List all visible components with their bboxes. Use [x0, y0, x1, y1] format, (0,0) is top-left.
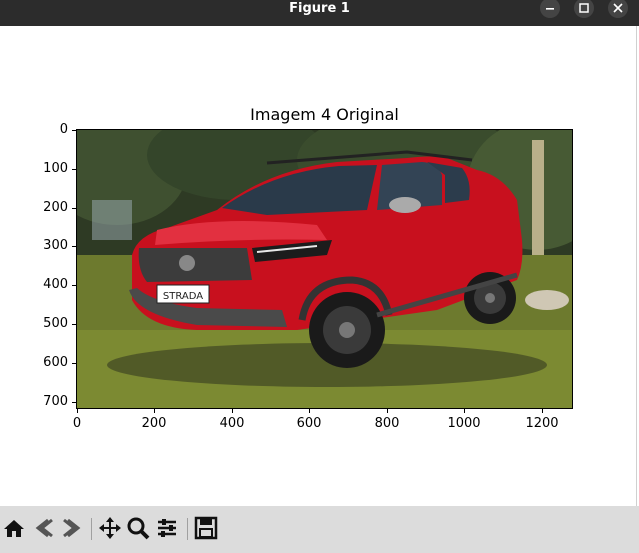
x-tick-label: 1200 — [525, 416, 559, 431]
x-tick — [232, 409, 233, 413]
y-tick-label: 400 — [43, 277, 68, 292]
save-icon[interactable] — [192, 514, 220, 542]
y-tick-label: 700 — [43, 394, 68, 409]
y-tick-label: 200 — [43, 200, 68, 215]
minimize-icon[interactable] — [540, 0, 560, 18]
x-tick — [154, 409, 155, 413]
y-tick — [72, 130, 76, 131]
x-tick-label: 1000 — [447, 416, 481, 431]
x-tick-label: 0 — [72, 416, 82, 431]
y-tick — [72, 208, 76, 209]
forward-icon[interactable] — [58, 514, 86, 542]
image-display[interactable]: STRADA — [76, 129, 573, 409]
x-tick — [387, 409, 388, 413]
toolbar-separator — [187, 518, 188, 540]
x-tick-label: 200 — [141, 416, 167, 431]
truck-photo: STRADA — [77, 130, 572, 408]
x-tick — [464, 409, 465, 413]
home-icon[interactable] — [0, 514, 28, 542]
y-tick-label: 600 — [43, 355, 68, 370]
x-tick-label: 800 — [374, 416, 400, 431]
plate-text: STRADA — [163, 291, 203, 302]
x-tick — [309, 409, 310, 413]
pan-icon[interactable] — [96, 514, 124, 542]
x-tick-label: 600 — [296, 416, 322, 431]
y-tick-label: 300 — [43, 238, 68, 253]
close-icon[interactable] — [608, 0, 628, 18]
navigation-toolbar — [0, 506, 639, 553]
zoom-icon[interactable] — [124, 514, 152, 542]
back-icon[interactable] — [30, 514, 58, 542]
x-tick — [77, 409, 78, 413]
y-tick-label: 100 — [43, 161, 68, 176]
configure-subplots-icon[interactable] — [153, 514, 181, 542]
x-tick-label: 400 — [219, 416, 245, 431]
y-tick — [72, 169, 76, 170]
y-tick-label: 500 — [43, 316, 68, 331]
toolbar-separator — [91, 518, 92, 540]
plot-title: Imagem 4 Original — [250, 105, 399, 124]
x-tick — [542, 409, 543, 413]
y-tick-label: 0 — [59, 122, 68, 137]
y-tick — [72, 246, 76, 247]
maximize-icon[interactable] — [574, 0, 594, 18]
y-tick — [72, 402, 76, 403]
y-tick — [72, 285, 76, 286]
window-titlebar[interactable]: Figure 1 — [0, 0, 639, 26]
y-tick — [72, 324, 76, 325]
y-tick — [72, 363, 76, 364]
